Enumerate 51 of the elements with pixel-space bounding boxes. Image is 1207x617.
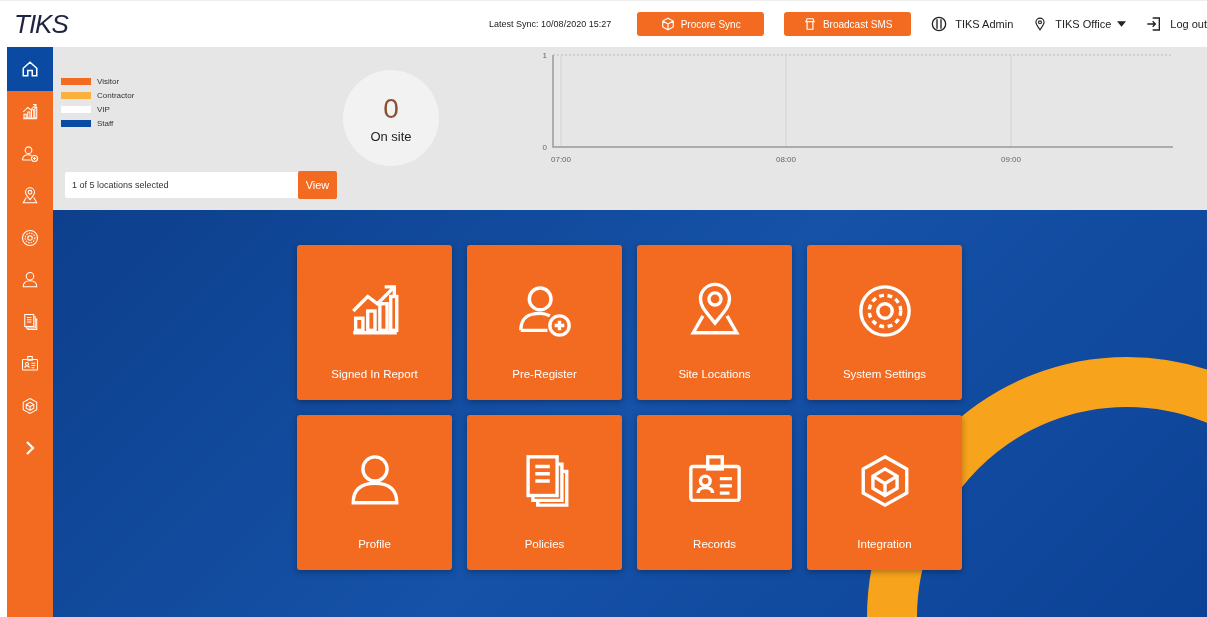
cube-icon — [21, 397, 39, 415]
id-card-icon — [21, 355, 39, 373]
legend-label: VIP — [97, 105, 110, 114]
caret-icon — [1117, 21, 1127, 27]
tile-label: Signed In Report — [331, 368, 418, 380]
broadcast-sms-button[interactable]: Broadcast SMS — [784, 12, 912, 36]
gear-icon — [21, 229, 39, 247]
office-dropdown[interactable]: TIKS Office — [1055, 18, 1127, 30]
menu-tile[interactable]: Integration — [807, 415, 962, 570]
x-tick-label: 08:00 — [776, 155, 796, 164]
person-icon — [21, 271, 39, 289]
tile-label: System Settings — [842, 368, 927, 380]
bar-chart-icon — [21, 103, 39, 121]
legend-label: Contractor — [97, 91, 135, 100]
menu-tile[interactable]: Site Locations — [637, 245, 792, 400]
y-tick-label: 0 — [542, 143, 547, 152]
on-site-count: 0 — [383, 92, 399, 125]
menu-tile[interactable]: System Settings — [807, 245, 962, 400]
map-pin-icon — [21, 187, 39, 205]
user-name-link[interactable]: TIKS Admin — [955, 18, 1014, 30]
documents-icon — [21, 313, 39, 331]
y-tick-label: 1 — [542, 51, 547, 60]
x-tick-label: 07:00 — [551, 155, 571, 164]
user-icon — [931, 16, 948, 32]
home-icon — [21, 60, 39, 78]
menu-tile[interactable]: Pre-Register — [467, 245, 622, 400]
menu-tile[interactable]: Records — [637, 415, 792, 570]
latest-sync-text: Latest Sync: 10/08/2020 15:27 — [489, 19, 612, 29]
locations-field[interactable]: 1 of 5 locations selected — [65, 172, 298, 198]
logout-link[interactable]: Log out — [1170, 18, 1207, 30]
tile-label: Pre-Register — [512, 368, 577, 380]
menu-tile[interactable]: Profile — [297, 415, 452, 570]
logo: TIKS — [14, 8, 68, 40]
cube-icon — [660, 17, 675, 31]
tile-label: Policies — [524, 538, 565, 550]
on-site-label: On site — [370, 128, 412, 144]
legend-label: Visitor — [97, 77, 120, 86]
menu-tile[interactable]: Policies — [467, 415, 622, 570]
tile-label: Integration — [857, 538, 912, 550]
x-tick-label: 09:00 — [1001, 155, 1021, 164]
tile-label: Records — [693, 538, 736, 550]
sidebar-item[interactable] — [7, 47, 53, 91]
view-button[interactable]: View — [298, 171, 337, 199]
menu-tile[interactable]: Signed In Report — [297, 245, 452, 400]
person-plus-icon — [21, 145, 39, 163]
procore-sync-button[interactable]: Procore Sync — [637, 12, 765, 36]
tile-label: Profile — [358, 538, 391, 550]
legend-label: Staff — [97, 119, 114, 128]
logout-icon — [1146, 16, 1163, 32]
tile-label: Site Locations — [678, 368, 751, 380]
map-pin-icon — [1033, 16, 1048, 32]
